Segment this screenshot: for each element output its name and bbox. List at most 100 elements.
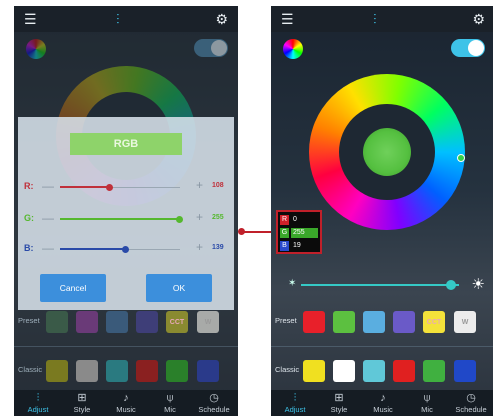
- slider-track[interactable]: [60, 184, 180, 191]
- tab-adjust[interactable]: ⫶ Adjust: [273, 390, 317, 414]
- preset-swatch[interactable]: [46, 311, 68, 333]
- tab-schedule[interactable]: ◷ Schedule: [449, 390, 493, 414]
- tab-label: Music: [373, 405, 393, 414]
- mic-icon: ⍦: [166, 392, 174, 404]
- slider-thumb[interactable]: [122, 246, 129, 253]
- menu-icon[interactable]: ☰: [281, 11, 294, 27]
- divider: [271, 346, 493, 347]
- preset-label: Preset: [18, 316, 40, 325]
- mic-icon: ⍦: [423, 392, 431, 404]
- tab-bar: ⫶ Adjust ⊞ Style ♪ Music ⍦ Mic ◷ Schedule: [14, 390, 238, 416]
- slider-track[interactable]: [60, 216, 183, 223]
- slider-track[interactable]: [60, 246, 180, 253]
- classic-swatch[interactable]: [136, 360, 158, 382]
- classic-swatch[interactable]: [423, 360, 445, 382]
- preset-swatch[interactable]: [303, 311, 325, 333]
- classic-swatch[interactable]: [303, 360, 325, 382]
- minus-icon[interactable]: —: [42, 241, 54, 255]
- tab-adjust[interactable]: ⫶ Adjust: [16, 390, 60, 414]
- divider: [14, 346, 238, 347]
- left-phone-screen: ☰ ⫶ ⚙ RGB Cancel OK R: — +108 G: — +255 B: — +13…: [14, 6, 238, 416]
- channel-tag: B: [280, 241, 289, 251]
- adjust-icon: ⫶: [36, 392, 40, 404]
- preset-swatch[interactable]: [106, 311, 128, 333]
- preset-swatch[interactable]: CCT: [166, 311, 188, 333]
- slider-label: R:: [24, 181, 34, 191]
- music-icon: ♪: [380, 392, 386, 404]
- tab-music[interactable]: ♪ Music: [361, 390, 405, 414]
- tab-style[interactable]: ⊞ Style: [317, 390, 361, 414]
- equalizer-icon[interactable]: ⫶: [373, 11, 377, 27]
- selected-color-preview: [363, 128, 411, 176]
- classic-swatch[interactable]: [76, 360, 98, 382]
- minus-icon[interactable]: —: [42, 211, 54, 225]
- classic-label: Classic: [275, 365, 300, 374]
- minus-icon[interactable]: —: [42, 179, 54, 193]
- equalizer-icon[interactable]: ⫶: [116, 11, 120, 27]
- slider-value: 108: [212, 182, 224, 189]
- tab-mic[interactable]: ⍦ Mic: [148, 390, 192, 414]
- dialog-title: RGB: [70, 133, 182, 155]
- preset-swatch[interactable]: [363, 311, 385, 333]
- slider-thumb[interactable]: [176, 216, 183, 223]
- tab-music[interactable]: ♪ Music: [104, 390, 148, 414]
- channel-value: 255: [291, 228, 318, 238]
- classic-swatch[interactable]: [166, 360, 188, 382]
- tab-label: Schedule: [455, 405, 487, 414]
- slider-label: B:: [24, 243, 34, 253]
- classic-swatch[interactable]: [197, 360, 219, 382]
- preset-swatch[interactable]: [76, 311, 98, 333]
- classic-swatch[interactable]: [393, 360, 415, 382]
- menu-icon[interactable]: ☰: [24, 11, 37, 27]
- brightness-slider[interactable]: ✶ ☀: [271, 269, 493, 301]
- rgb-readout-row: R0: [280, 214, 318, 226]
- schedule-icon: ◷: [466, 392, 476, 404]
- classic-swatch[interactable]: [363, 360, 385, 382]
- preset-swatch[interactable]: [333, 311, 355, 333]
- classic-swatch[interactable]: [46, 360, 68, 382]
- plus-icon[interactable]: +: [196, 240, 203, 254]
- gear-icon[interactable]: ⚙: [472, 11, 485, 27]
- preset-swatch[interactable]: W: [454, 311, 476, 333]
- ok-button[interactable]: OK: [146, 274, 212, 302]
- brightness-low-icon: ✶: [288, 278, 297, 289]
- slider-label: G:: [24, 213, 34, 223]
- preset-label: Preset: [275, 316, 297, 325]
- slider-fill: [60, 218, 180, 220]
- rgb-readout: R 0 G 255 B 19: [276, 210, 322, 254]
- brightness-high-icon: ☀: [471, 276, 485, 293]
- style-icon: ⊞: [334, 392, 344, 404]
- channel-value: 19: [291, 241, 318, 251]
- tab-label: Mic: [421, 405, 433, 414]
- classic-swatch[interactable]: [106, 360, 128, 382]
- music-icon: ♪: [123, 392, 129, 404]
- tab-schedule[interactable]: ◷ Schedule: [192, 390, 236, 414]
- preset-swatch[interactable]: [393, 311, 415, 333]
- preset-swatch[interactable]: CCT: [423, 311, 445, 333]
- gear-icon[interactable]: ⚙: [215, 11, 228, 27]
- rgb-readout-row: G 255: [280, 227, 318, 239]
- brightness-thumb[interactable]: [446, 280, 457, 290]
- color-wheel-icon[interactable]: [283, 39, 303, 59]
- tab-label: Style: [73, 405, 91, 414]
- slider-thumb[interactable]: [106, 184, 114, 191]
- tab-label: Adjust: [27, 405, 49, 414]
- rgb-readout-row: B 19: [280, 240, 318, 252]
- power-toggle[interactable]: [451, 39, 485, 57]
- preset-swatch[interactable]: [136, 311, 158, 333]
- brightness-track[interactable]: [301, 284, 459, 286]
- slider-value: 139: [212, 244, 224, 251]
- cancel-button[interactable]: Cancel: [40, 274, 106, 302]
- tab-mic[interactable]: ⍦ Mic: [405, 390, 449, 414]
- color-wheel[interactable]: [309, 74, 465, 230]
- channel-value: 0: [291, 215, 318, 225]
- classic-swatch[interactable]: [454, 360, 476, 382]
- plus-icon[interactable]: +: [196, 210, 203, 224]
- classic-swatch[interactable]: [333, 360, 355, 382]
- preset-swatch[interactable]: W: [197, 311, 219, 333]
- tab-label: Schedule: [198, 405, 230, 414]
- tab-label: Adjust: [284, 405, 306, 414]
- plus-icon[interactable]: +: [196, 178, 203, 192]
- tab-style[interactable]: ⊞ Style: [60, 390, 104, 414]
- color-wheel-handle[interactable]: [457, 154, 465, 162]
